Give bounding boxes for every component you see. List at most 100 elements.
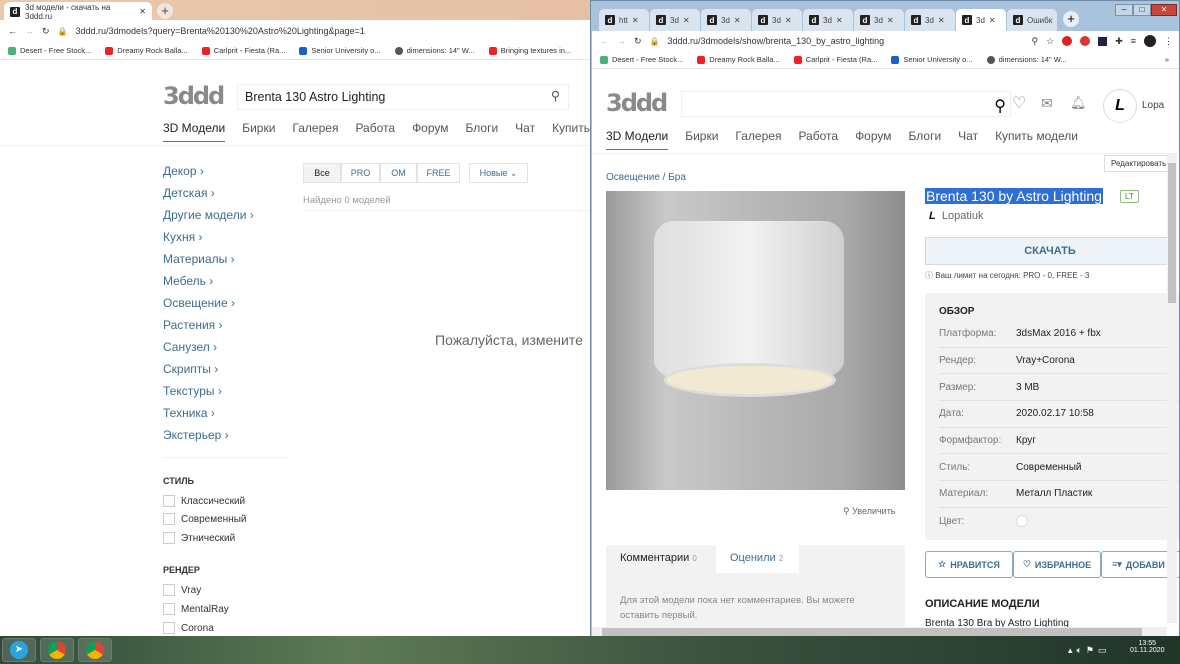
site-logo[interactable]: 3ddd [606, 89, 668, 117]
nav-gallery[interactable]: Галерея [735, 129, 781, 150]
close-icon[interactable]: ✕ [139, 7, 146, 16]
favorite-button[interactable]: ♡ ИЗБРАННОЕ [1013, 551, 1101, 578]
bookmark[interactable]: Bringing textures in... [488, 46, 571, 55]
category-link[interactable]: Экстерьер › [163, 428, 229, 442]
nav-3d-models[interactable]: 3D Модели [163, 121, 226, 142]
nav-tags[interactable]: Бирки [685, 129, 718, 150]
edit-button[interactable]: Редактировать [1104, 155, 1174, 172]
user-name[interactable]: Lopa [1142, 100, 1164, 111]
nav-chat[interactable]: Чат [515, 121, 535, 142]
bookmark[interactable]: Desert - Free Stock... [600, 55, 683, 64]
browser-tab[interactable]: d htt ✕ [599, 9, 649, 31]
telegram-taskbar-icon[interactable]: ➤ [2, 638, 36, 662]
extension-icon[interactable] [1098, 36, 1108, 46]
bell-icon[interactable]: 🔔︎ [1070, 95, 1087, 111]
adblock-icon[interactable] [1080, 36, 1091, 46]
chrome-taskbar-icon[interactable] [78, 638, 112, 662]
puzzle-icon[interactable]: ✚ [1115, 36, 1123, 47]
breadcrumb-lighting[interactable]: Освещение [606, 172, 660, 183]
browser-tab-active[interactable]: d 3d ✕ [956, 9, 1006, 31]
reload-icon[interactable]: ↻ [42, 26, 50, 37]
vertical-scrollbar[interactable] [1167, 153, 1177, 623]
nav-blogs[interactable]: Блоги [909, 129, 942, 150]
back-icon[interactable]: ← [8, 26, 17, 36]
bookmark[interactable]: Dreamy Rock Balla... [105, 46, 188, 55]
filter-om[interactable]: OM [380, 163, 417, 183]
category-link[interactable]: Материалы › [163, 252, 235, 266]
maximize-button[interactable]: □ [1133, 4, 1151, 16]
system-tray-icons[interactable]: ▴🔈︎⚑▭ [1068, 645, 1111, 656]
forward-icon[interactable]: → [617, 36, 626, 46]
left-tab-active[interactable]: d 3d модели - скачать на 3ddd.ru ✕ [4, 2, 152, 21]
category-link[interactable]: Освещение › [163, 296, 235, 310]
category-link[interactable]: Санузел › [163, 340, 217, 354]
category-link[interactable]: Декор › [163, 164, 204, 178]
download-button[interactable]: СКАЧАТЬ [925, 237, 1175, 265]
bookmark[interactable]: Carlprit - Fiesta (Ra... [201, 46, 285, 55]
bookmark[interactable]: Senior University o... [891, 55, 973, 64]
search-input[interactable]: ⚲ [681, 91, 1011, 117]
render-checkbox[interactable]: Corona [163, 622, 214, 634]
nav-buy[interactable]: Купить модели [995, 129, 1078, 150]
clock[interactable]: 13:55 01.11.2020 [1130, 640, 1165, 654]
filter-all[interactable]: Все [303, 163, 341, 183]
chrome-taskbar-icon[interactable] [40, 638, 74, 662]
new-tab-button[interactable]: + [157, 3, 173, 19]
category-link[interactable]: Другие модели › [163, 208, 254, 222]
browser-tab[interactable]: d 3d ✕ [905, 9, 955, 31]
browser-tab[interactable]: d Ошибк [1007, 9, 1057, 31]
nav-work[interactable]: Работа [798, 129, 838, 150]
like-button[interactable]: ☆ НРАВИТСЯ [925, 551, 1013, 578]
nav-buy[interactable]: Купить модели [552, 121, 590, 142]
user-avatar[interactable]: L [1103, 89, 1137, 123]
nav-chat[interactable]: Чат [958, 129, 978, 150]
author-link[interactable]: L Lopatiuk [929, 210, 983, 222]
category-link[interactable]: Растения › [163, 318, 222, 332]
bookmark[interactable]: Carlprit - Fiesta (Ra... [793, 55, 877, 64]
browser-tab[interactable]: d 3d ✕ [650, 9, 700, 31]
nav-3d-models[interactable]: 3D Модели [606, 129, 669, 150]
media-icon[interactable]: ≡ [1131, 36, 1136, 46]
back-icon[interactable]: ← [600, 36, 609, 46]
nav-work[interactable]: Работа [355, 121, 395, 142]
category-link[interactable]: Кухня › [163, 230, 202, 244]
sort-dropdown[interactable]: Новые ⌄ [469, 163, 528, 183]
render-checkbox[interactable]: Vray [163, 584, 201, 596]
search-icon[interactable]: ⚲ [994, 96, 1006, 116]
url-input[interactable]: 3ddd.ru/3dmodels?query=Brenta%20130%20As… [76, 26, 365, 36]
category-link[interactable]: Скрипты › [163, 362, 218, 376]
browser-tab[interactable]: d 3d ✕ [854, 9, 904, 31]
filter-free[interactable]: FREE [417, 163, 460, 183]
search-input[interactable]: Brenta 130 Astro Lighting ⚲ [237, 84, 569, 110]
profile-avatar[interactable] [1144, 35, 1156, 47]
zoom-link[interactable]: ⚲ Увеличить [843, 506, 896, 517]
style-checkbox[interactable]: Классический [163, 495, 245, 507]
nav-forum[interactable]: Форум [855, 129, 891, 150]
extension-icon[interactable] [1062, 36, 1073, 46]
bookmark[interactable]: dimensions: 14" W... [394, 46, 475, 55]
forward-icon[interactable]: → [25, 26, 34, 36]
browser-tab[interactable]: d 3d ✕ [752, 9, 802, 31]
nav-tags[interactable]: Бирки [242, 121, 275, 142]
category-link[interactable]: Текстуры › [163, 384, 222, 398]
tab-comments[interactable]: Комментарии 0 [606, 545, 716, 573]
render-checkbox[interactable]: MentalRay [163, 603, 229, 615]
bookmark[interactable]: Senior University o... [299, 46, 381, 55]
nav-gallery[interactable]: Галерея [292, 121, 338, 142]
style-checkbox[interactable]: Современный [163, 513, 246, 525]
url-input[interactable]: 3ddd.ru/3dmodels/show/brenta_130_by_astr… [668, 36, 1024, 46]
category-link[interactable]: Мебель › [163, 274, 213, 288]
tab-rated[interactable]: Оценили 2 [716, 545, 799, 573]
model-preview-image[interactable] [606, 191, 905, 490]
nav-forum[interactable]: Форум [412, 121, 448, 142]
browser-tab[interactable]: d 3d ✕ [803, 9, 853, 31]
bookmark[interactable]: dimensions: 14" W... [986, 55, 1067, 64]
filter-pro[interactable]: PRO [341, 163, 380, 183]
new-tab-button[interactable]: + [1063, 11, 1079, 27]
star-icon[interactable]: ☆ [1046, 36, 1054, 47]
heart-icon[interactable]: ♡ [1012, 93, 1026, 113]
nav-blogs[interactable]: Блоги [466, 121, 499, 142]
search-icon[interactable]: ⚲ [551, 88, 560, 103]
category-link[interactable]: Детская › [163, 186, 215, 200]
mail-icon[interactable]: ✉ [1041, 95, 1053, 112]
